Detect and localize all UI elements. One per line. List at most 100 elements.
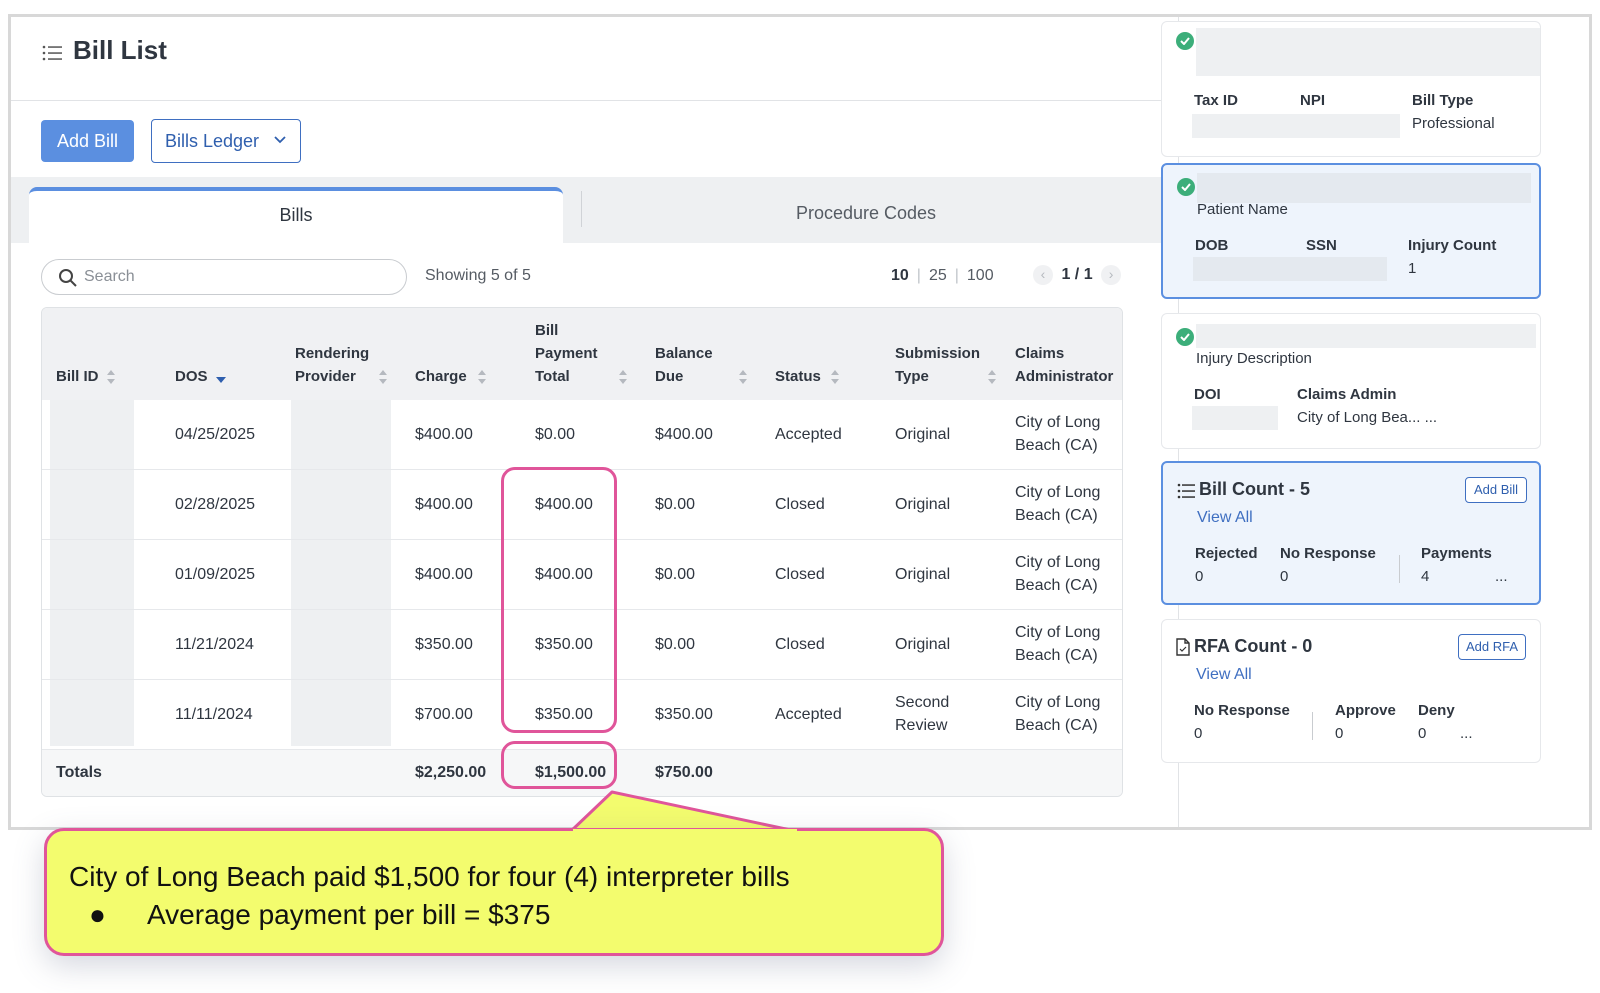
bills-ledger-dropdown[interactable]: Bills Ledger — [151, 119, 301, 163]
check-icon — [1176, 32, 1194, 50]
approve-label: Approve — [1335, 702, 1396, 719]
sort-icon[interactable] — [618, 369, 628, 385]
total-payment-highlight — [501, 741, 617, 789]
add-bill-button[interactable]: Add Bill — [41, 120, 134, 162]
col-rendering-provider[interactable]: Rendering Provider — [295, 342, 369, 388]
sort-icon[interactable] — [987, 369, 997, 385]
npi-label: NPI — [1300, 92, 1326, 109]
annotation-callout: City of Long Beach paid $1,500 for four … — [44, 828, 944, 956]
sort-icon[interactable] — [738, 369, 748, 385]
next-page-button[interactable]: › — [1101, 265, 1122, 285]
bill-type-label: Bill Type — [1412, 92, 1474, 109]
cell-submission-type: Original — [895, 566, 951, 583]
cell-dos: 04/25/2025 — [175, 426, 256, 443]
doi-label: DOI — [1194, 386, 1221, 403]
deny-label: Deny — [1418, 702, 1455, 719]
dob-label: DOB — [1195, 237, 1229, 254]
search-input[interactable]: Search — [41, 259, 407, 295]
col-charge[interactable]: Charge — [415, 365, 467, 388]
page-indicator: 1 / 1 — [1061, 266, 1093, 284]
divider — [1399, 555, 1400, 583]
redacted-tax-id-npi — [1192, 114, 1400, 138]
total-charge: $2,250.00 — [415, 764, 487, 781]
results-count: Showing 5 of 5 — [425, 267, 531, 284]
cell-dos: 11/11/2024 — [175, 706, 253, 723]
bill-count-title: Bill Count - 5 — [1199, 479, 1310, 499]
sort-icon[interactable] — [378, 369, 388, 385]
cell-status: Closed — [775, 636, 825, 653]
redacted-provider-name — [1196, 28, 1540, 76]
bill-count-card: Bill Count - 5 Add Bill View All Rejecte… — [1161, 461, 1541, 605]
cell-submission-type: Original — [895, 636, 951, 653]
rejected-label: Rejected — [1195, 545, 1258, 562]
rfa-no-response-value: 0 — [1194, 725, 1203, 742]
injury-card: Injury Description DOI Claims Admin City… — [1161, 313, 1541, 449]
rfa-count-card: RFA Count - 0 Add RFA View All No Respon… — [1161, 619, 1541, 763]
add-rfa-button[interactable]: Add RFA — [1458, 634, 1526, 660]
callout-line-2: ● Average payment per bill = $375 — [89, 899, 550, 931]
page-size-25[interactable]: 25 — [929, 267, 947, 284]
check-icon — [1176, 328, 1194, 346]
cell-submission-type: Second Review — [895, 694, 950, 734]
rejected-value: 0 — [1195, 568, 1204, 585]
view-all-rfa-link[interactable]: View All — [1196, 666, 1252, 684]
chevron-down-icon — [274, 136, 286, 144]
document-icon — [1176, 638, 1190, 656]
cell-balance: $0.00 — [655, 566, 696, 583]
view-all-bills-link[interactable]: View All — [1197, 509, 1253, 527]
callout-line-1: City of Long Beach paid $1,500 for four … — [69, 861, 790, 892]
table-row[interactable]: 04/25/2025 $400.00 $0.00 $400.00 Accepted Ori… — [42, 400, 1122, 470]
redacted-patient — [1197, 173, 1531, 203]
tab-procedure-codes[interactable]: Procedure Codes — [586, 187, 1146, 239]
col-bill-payment-total[interactable]: Bill Payment Total — [535, 319, 598, 388]
list-icon — [1177, 483, 1195, 499]
patient-card[interactable]: Patient Name DOB SSN Injury Count 1 — [1161, 163, 1541, 299]
search-placeholder: Search — [84, 268, 135, 285]
sort-icon[interactable] — [1122, 369, 1123, 385]
prev-page-button[interactable]: ‹ — [1033, 265, 1053, 285]
sort-icon[interactable] — [477, 369, 487, 385]
tab-bills[interactable]: Bills — [29, 187, 563, 243]
list-icon — [42, 45, 62, 61]
bill-type-value: Professional — [1412, 115, 1495, 132]
check-icon — [1177, 178, 1195, 196]
injury-count-label: Injury Count — [1408, 237, 1497, 254]
col-status[interactable]: Status — [775, 365, 821, 388]
col-balance-due[interactable]: Balance Due — [655, 342, 713, 388]
sort-desc-icon[interactable] — [216, 372, 226, 388]
rfa-count-title: RFA Count - 0 — [1194, 636, 1313, 656]
payment-highlight — [501, 467, 617, 733]
col-dos[interactable]: DOS — [175, 365, 208, 388]
injury-count-value: 1 — [1408, 260, 1417, 277]
payments-value: 4 — [1421, 568, 1430, 585]
more-indicator[interactable]: ... — [1495, 568, 1508, 585]
divider — [1312, 712, 1313, 740]
page-size-10[interactable]: 10 — [891, 267, 909, 284]
redacted-dob-ssn — [1193, 257, 1387, 281]
cell-claims-administrator: City of Long Beach (CA) — [1015, 694, 1101, 734]
bills-ledger-label: Bills Ledger — [165, 131, 260, 151]
approve-value: 0 — [1335, 725, 1344, 742]
no-response-label: No Response — [1280, 545, 1376, 562]
col-bill-id[interactable]: Bill ID — [56, 365, 99, 388]
cell-balance: $0.00 — [655, 636, 696, 653]
add-bill-mini-button[interactable]: Add Bill — [1465, 477, 1527, 503]
redacted-injury — [1196, 324, 1536, 348]
col-claims-administrator[interactable]: Claims Administrator — [1015, 342, 1113, 388]
bill-list-panel: Bill List Add Bill Bills Ledger Bills Pr… — [11, 17, 1179, 827]
cell-submission-type: Original — [895, 426, 951, 443]
sort-icon[interactable] — [106, 369, 116, 385]
search-icon — [59, 269, 77, 287]
page-size-100[interactable]: 100 — [967, 267, 994, 284]
provider-card: Tax ID NPI Bill Type Professional — [1161, 21, 1541, 157]
cell-charge: $700.00 — [415, 706, 473, 723]
col-submission-type[interactable]: Submission Type — [895, 342, 980, 388]
pagination: ‹ 1 / 1 › — [1033, 265, 1122, 285]
totals-label: Totals — [56, 764, 102, 781]
cell-payment: $0.00 — [535, 426, 576, 443]
cell-charge: $400.00 — [415, 496, 473, 513]
cell-submission-type: Original — [895, 496, 951, 513]
sort-icon[interactable] — [830, 369, 840, 385]
more-indicator[interactable]: ... — [1460, 725, 1473, 742]
bullet: ● — [89, 899, 106, 930]
